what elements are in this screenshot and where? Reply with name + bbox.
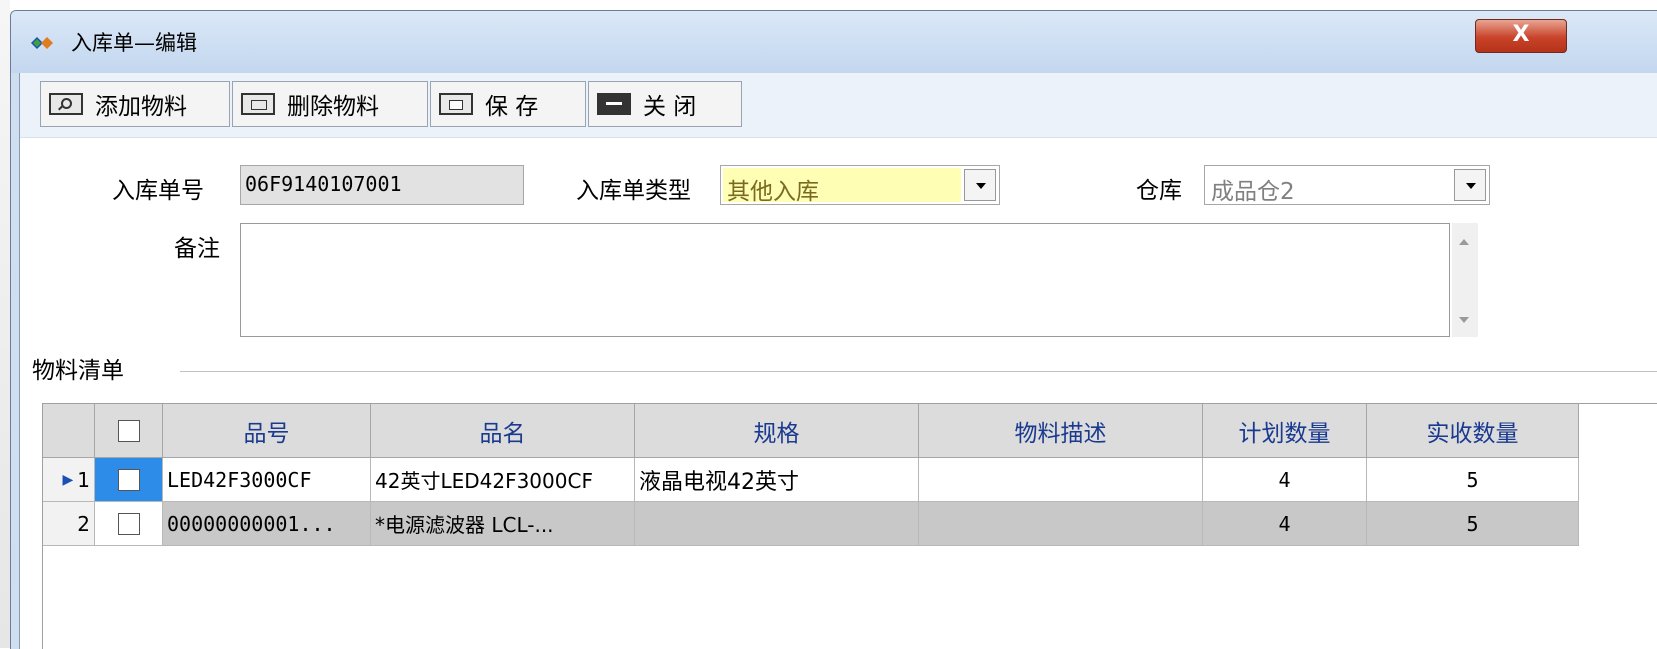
delete-material-button[interactable]: 删除物料 [232,81,428,127]
row-indicator: 2 [43,502,95,546]
save-icon [439,93,473,115]
col-header-name[interactable]: 品名 [371,404,635,458]
material-grid: 品号 品名 规格 物料描述 计划数量 实收数量 ▶ 1 LED42F3000CF… [42,403,1657,649]
scroll-down-icon[interactable] [1459,317,1469,323]
cell-actual-qty[interactable]: 5 [1367,502,1579,546]
order-no-field[interactable]: 06F9140107001 [240,165,524,205]
warehouse-label: 仓库 [1136,178,1182,204]
col-header-code[interactable]: 品号 [163,404,371,458]
current-row-arrow-icon: ▶ [62,471,74,488]
cell-plan-qty[interactable]: 4 [1203,502,1367,546]
cell-actual-qty[interactable]: 5 [1367,458,1579,502]
col-header-desc[interactable]: 物料描述 [919,404,1203,458]
cell-code[interactable]: LED42F3000CF [163,458,371,502]
window-title: 入库单—编辑 [71,31,197,55]
app-diamond-icon [31,37,53,49]
close-button[interactable]: 关 闭 [588,81,742,127]
order-type-value: 其他入库 [727,179,819,205]
remark-textarea[interactable] [240,223,1450,337]
group-divider [180,371,1657,372]
order-type-select[interactable]: 其他入库 [720,165,1000,205]
warehouse-value: 成品仓2 [1211,179,1295,205]
edit-window: 入库单—编辑 X 添加物料 删除物料 保 存 关 闭 入库单号 06F91401… [10,10,1657,649]
delete-icon [241,93,275,115]
grid-row-indicator-header [43,404,95,458]
cell-desc[interactable] [919,502,1203,546]
order-no-label: 入库单号 [112,178,204,204]
row-index: 1 [77,467,90,492]
search-icon [49,93,83,115]
remark-scrollbar[interactable] [1452,223,1478,337]
select-all-header [95,404,163,458]
cell-name[interactable]: *电源滤波器 LCL-... [371,502,635,546]
order-type-label: 入库单类型 [576,178,691,204]
col-header-plan-qty[interactable]: 计划数量 [1203,404,1367,458]
title-bar[interactable]: 入库单—编辑 X [11,11,1657,73]
cell-desc[interactable] [919,458,1203,502]
cell-spec[interactable]: 液晶电视42英寸 [635,458,919,502]
row-checkbox-cell[interactable] [95,458,163,502]
row-indicator: ▶ 1 [43,458,95,502]
toolbar: 添加物料 删除物料 保 存 关 闭 [20,73,1657,138]
save-button[interactable]: 保 存 [430,81,586,127]
cell-plan-qty[interactable]: 4 [1203,458,1367,502]
row-checkbox[interactable] [117,512,140,535]
row-index: 2 [77,511,90,536]
save-label: 保 存 [485,94,539,120]
close-label: 关 闭 [643,94,697,120]
material-list-title: 物料清单 [32,351,136,385]
cell-spec[interactable] [635,502,919,546]
cell-code[interactable]: 00000000001... [163,502,371,546]
warehouse-select[interactable]: 成品仓2 [1204,165,1490,205]
add-material-label: 添加物料 [95,94,187,120]
cell-name[interactable]: 42英寸LED42F3000CF [371,458,635,502]
col-header-actual-qty[interactable]: 实收数量 [1367,404,1579,458]
remark-label: 备注 [174,236,220,262]
delete-material-label: 删除物料 [287,94,379,120]
window-close-button[interactable]: X [1475,19,1567,53]
background-strip [0,0,10,648]
client-area: 添加物料 删除物料 保 存 关 闭 入库单号 06F9140107001 入库单… [19,73,1657,649]
select-all-checkbox[interactable] [117,419,140,442]
add-material-button[interactable]: 添加物料 [40,81,230,127]
close-icon [597,93,631,115]
chevron-down-icon[interactable] [964,169,996,201]
chevron-down-icon[interactable] [1454,169,1486,201]
col-header-spec[interactable]: 规格 [635,404,919,458]
row-checkbox-cell[interactable] [95,502,163,546]
scroll-up-icon[interactable] [1459,239,1469,245]
row-checkbox[interactable] [117,468,140,491]
